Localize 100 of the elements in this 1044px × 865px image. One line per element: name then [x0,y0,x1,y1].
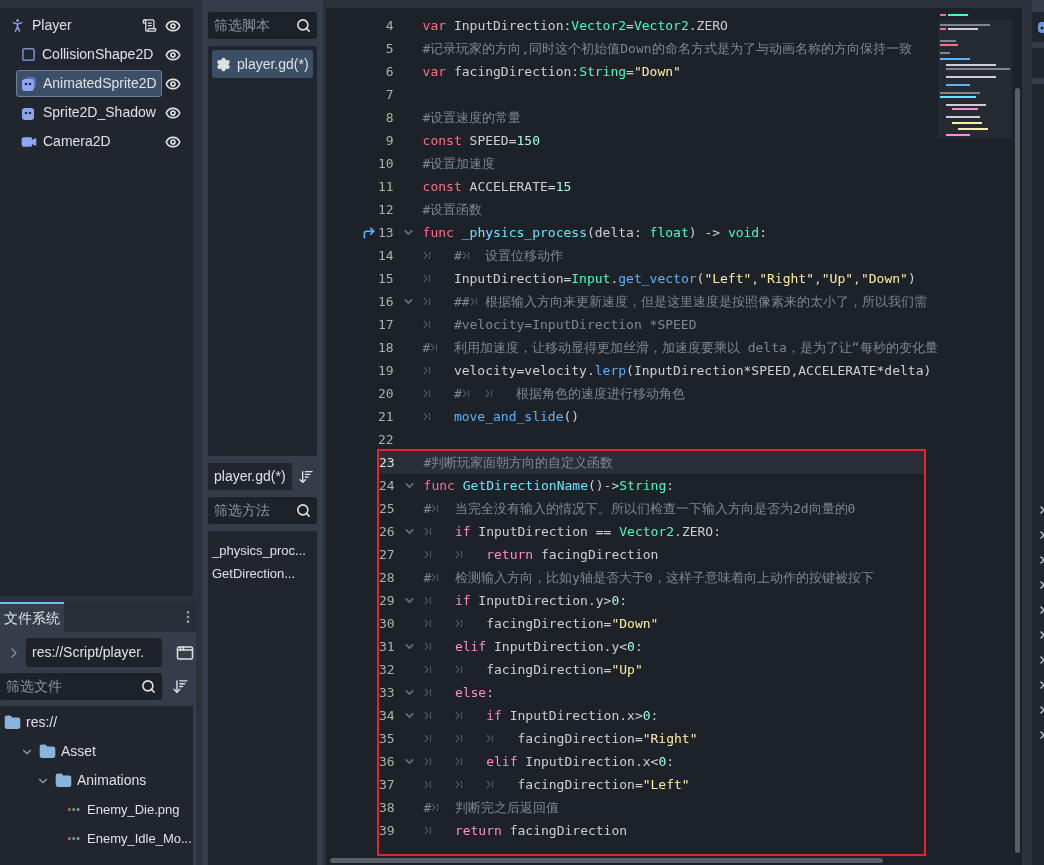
dock-tab[interactable]: 文件系统 [0,602,64,632]
script-name: player.gd(*) [208,463,292,490]
folder-icon [4,714,21,731]
tab-marker-icon [422,297,431,306]
method-item[interactable]: GetDirection... [212,562,313,585]
scene-node[interactable]: CollisionShape2D [16,41,159,68]
code-text: # [453,246,462,265]
tab-marker-icon [461,389,470,398]
line-number: 9 [384,131,394,150]
code-text: facingDirection="Down" [486,614,659,633]
tab-marker-icon [454,665,463,674]
line-number: 34 [378,706,395,725]
filter-field[interactable]: 筛选方法 [208,497,317,524]
file-name[interactable]: Enemy_Idle_Mo... [87,828,192,849]
code-text: # [453,384,462,403]
code-text: # [423,499,432,518]
tab-marker-icon [486,780,495,789]
tab-marker-icon [486,734,495,743]
filter-field[interactable]: 筛选文件 [0,673,162,700]
code-text: ## [453,292,470,311]
code-text: if InputDirection.y>0: [454,591,628,610]
code-text: func GetDirectionName()->String: [423,476,675,495]
code-text: if InputDirection.x>0: [486,706,659,725]
tab-marker-icon [423,826,432,835]
scrollbar[interactable] [1015,88,1021,853]
line-number: 26 [378,522,395,541]
code-editor[interactable] [325,8,1022,865]
search-icon [295,18,311,33]
tab-marker-icon [423,550,432,559]
tab-marker-icon [423,688,432,697]
scene-node[interactable]: Camera2D [16,128,116,155]
line-number: 11 [377,177,394,196]
line-number: 18 [377,338,394,357]
line-number: 35 [378,729,395,748]
file-name[interactable]: res:// [26,712,58,733]
code-text: 检测输入方向，比如y轴是否大于0，这样子意味着向上动作的按键被按下 [454,568,874,587]
code-text: facingDirection="Left" [517,775,690,794]
code-text: return facingDirection [454,821,628,840]
line-number: 33 [378,683,395,702]
line-number: 23 [378,453,395,472]
scene-node[interactable]: AnimatedSprite2D [16,70,162,97]
code-text: const ACCELERATE=15 [422,177,572,196]
sort-icon[interactable] [172,678,189,695]
tab-marker-icon [423,780,432,789]
code-text: 判断完之后返回值 [454,798,559,817]
scene-node[interactable]: Sprite2D_Shadow [16,99,161,126]
file-name[interactable]: Asset [61,741,96,762]
sort-icon[interactable] [297,468,314,485]
code-text: func _physics_process(delta: float) -> void: [422,223,767,242]
line-number: 37 [378,775,395,794]
tab-marker-icon [423,642,432,651]
line-number: 16 [377,292,394,311]
code-text: # [423,568,432,587]
tab-marker-icon [423,596,432,605]
tab-marker-icon [461,251,470,260]
code-text: 利用加速度，让移动显得更加丝滑，加速度要乘以 delta，是为了让“每秒的变化量 [453,338,938,357]
filter-field[interactable]: 筛选脚本 [208,12,317,39]
script-icon[interactable] [142,18,157,33]
code-text: #velocity=InputDirection *SPEED [453,315,697,334]
window-icon[interactable] [176,643,194,662]
path-field[interactable]: res://Script/player. [26,638,162,667]
tab-marker-icon [454,780,463,789]
code-text: # [423,798,432,817]
scrollbar[interactable] [329,858,883,863]
line-number: 10 [377,154,394,173]
code-text: # [422,338,431,357]
tab-marker-icon [422,389,431,398]
line-number: 13 [377,223,394,242]
line-number: 5 [384,39,394,58]
tab-marker-icon [469,297,478,306]
line-number: 7 [384,85,394,104]
tab-marker-icon [422,412,431,421]
line-number: 29 [378,591,395,610]
code-text: velocity=velocity.lerp(InputDirection*SPEED,ACCELERATE*delta) [453,361,932,380]
scene-node[interactable]: Player [4,12,77,39]
line-number: 17 [377,315,394,334]
file-name[interactable]: Enemy_Die.png [87,799,180,820]
line-number: 14 [377,246,394,265]
file-name[interactable]: Animations [77,770,147,791]
script-item[interactable]: player.gd(*) [212,50,313,78]
line-number: 21 [377,407,394,426]
sprite-icon [21,75,37,92]
tab-marker-icon [423,665,432,674]
method-item[interactable]: _physics_proc... [212,539,313,562]
code-text: 设置位移动作 [485,246,564,265]
search-icon [295,503,311,518]
line-number: 39 [378,821,395,840]
tab-marker-icon [422,251,431,260]
curved-arrow-icon[interactable] [361,225,376,240]
code-text: var facingDirection:String="Down" [422,62,681,81]
tab-marker-icon [431,504,440,513]
code-text: #设置加速度 [422,154,496,173]
tab-marker-icon [431,803,440,812]
line-number: 31 [378,637,395,656]
folder-icon [39,743,56,760]
tab-marker-icon [431,573,440,582]
code-text: #判断玩家面朝方向的自定义函数 [423,453,614,472]
tab-marker-icon [454,734,463,743]
code-text: move_and_slide() [453,407,580,426]
folder-icon [55,772,72,789]
